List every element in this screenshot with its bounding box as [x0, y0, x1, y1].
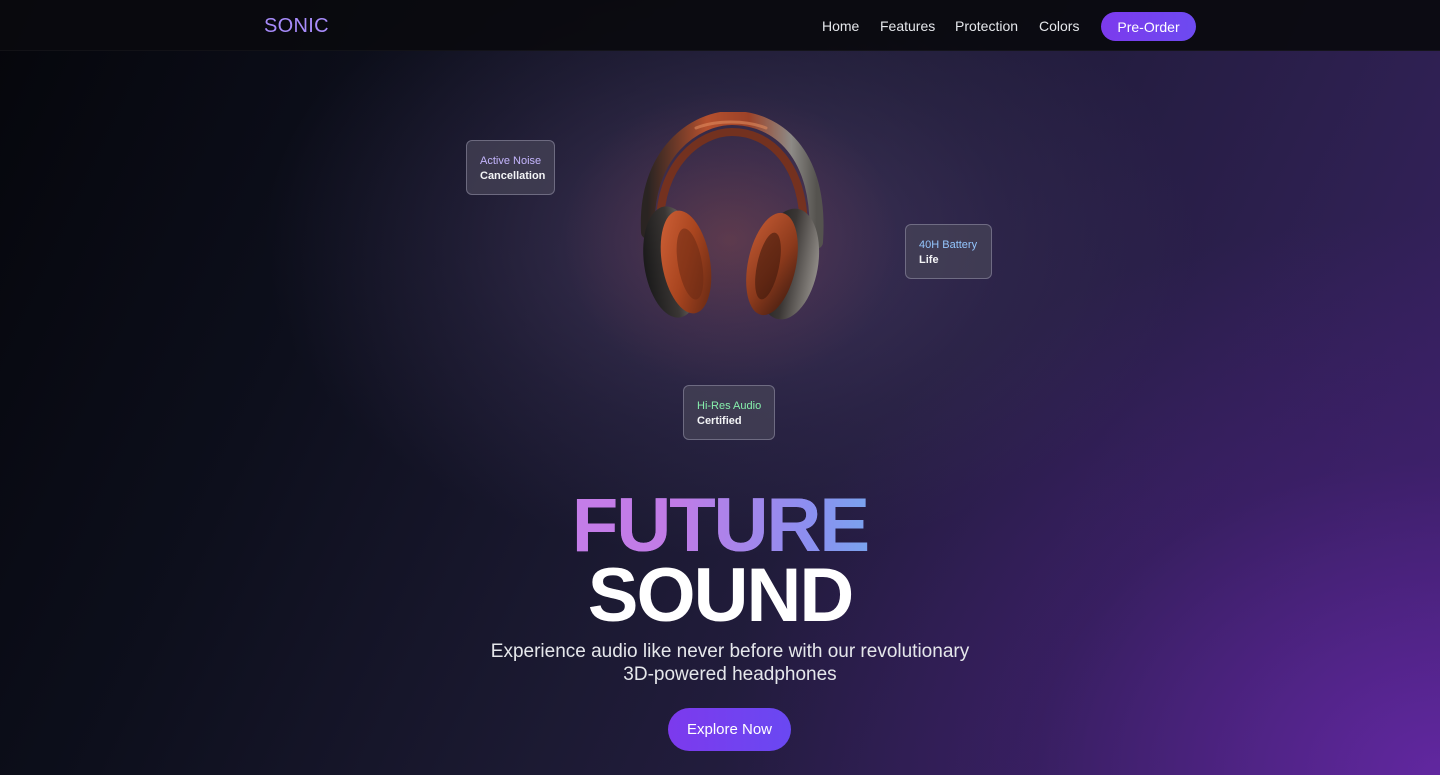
feature-card-hires-audio: Hi-Res Audio Certified: [683, 385, 775, 440]
brand-logo[interactable]: SONIC: [264, 15, 329, 38]
feature-card-battery: 40H Battery Life: [905, 224, 992, 279]
nav-link-home[interactable]: Home: [822, 18, 859, 34]
hero-subtitle: Experience audio like never before with …: [490, 641, 970, 685]
feature-title: 40H Battery: [919, 239, 978, 251]
feature-subtitle: Certified: [697, 415, 742, 427]
nav-link-protection[interactable]: Protection: [955, 18, 1018, 34]
pre-order-button[interactable]: Pre-Order: [1101, 12, 1196, 41]
top-navbar: SONIC Home Features Protection Colors Pr…: [0, 0, 1440, 51]
feature-title: Hi-Res Audio: [697, 400, 762, 412]
feature-subtitle: Cancellation: [480, 170, 546, 182]
feature-subtitle: Life: [919, 254, 939, 266]
nav-link-colors[interactable]: Colors: [1039, 18, 1079, 34]
explore-now-button[interactable]: Explore Now: [668, 708, 791, 751]
hero-title-line-2: SOUND: [587, 553, 854, 638]
feature-card-noise-cancellation: Active Noise Cancellation: [466, 140, 555, 195]
nav-link-features[interactable]: Features: [880, 18, 935, 34]
headphones-icon: [636, 110, 824, 326]
feature-title: Active Noise: [480, 155, 542, 167]
